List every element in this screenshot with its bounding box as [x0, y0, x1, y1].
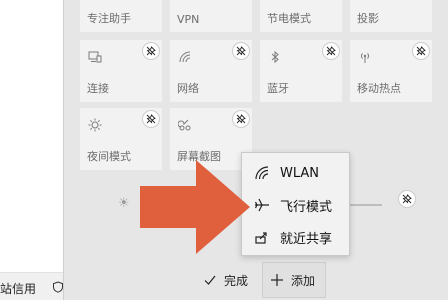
- tile-project[interactable]: 投影: [350, 0, 432, 32]
- unpin-button[interactable]: [398, 190, 416, 208]
- connect-icon: [88, 51, 102, 63]
- tile-focus-assist[interactable]: 专注助手: [80, 0, 162, 32]
- unpin-button[interactable]: [322, 42, 340, 60]
- menu-item-label: 飞行模式: [280, 199, 333, 215]
- tile-label: 夜间模式: [87, 150, 131, 163]
- background-status-text: 站信用: [0, 282, 37, 296]
- tile-label: 节电模式: [267, 12, 311, 25]
- hotspot-icon: [360, 53, 370, 63]
- brightness-slider-track[interactable]: [350, 204, 382, 206]
- tile-connect[interactable]: 连接: [80, 40, 162, 102]
- tile-label: VPN: [177, 13, 200, 26]
- tile-network[interactable]: 网络: [170, 40, 252, 102]
- menu-item-label: 就近共享: [280, 231, 333, 247]
- wlan-icon: [255, 166, 269, 180]
- unpin-icon: [146, 46, 156, 56]
- screen: 站信用 专注助手 VPN 节电模式 投影 连接 网络 蓝牙 移动热点 夜间模式 …: [0, 0, 448, 300]
- background-window: 站信用: [0, 0, 64, 300]
- unpin-button[interactable]: [142, 110, 160, 128]
- unpin-icon: [236, 114, 246, 124]
- add-button[interactable]: 添加: [262, 262, 326, 298]
- annotation-arrow: [140, 160, 250, 254]
- unpin-icon: [402, 194, 412, 204]
- done-button[interactable]: 完成: [196, 262, 260, 298]
- tile-label: 专注助手: [87, 12, 131, 25]
- tile-bluetooth[interactable]: 蓝牙: [260, 40, 342, 102]
- plus-icon: [271, 274, 283, 286]
- menu-item-label: WLAN: [280, 165, 320, 181]
- tile-battery-saver[interactable]: 节电模式: [260, 0, 342, 32]
- nearby-share-icon: [255, 232, 267, 244]
- unpin-icon: [416, 46, 426, 56]
- tile-label: 连接: [87, 82, 109, 95]
- menu-item-wlan[interactable]: WLAN: [242, 157, 349, 189]
- bluetooth-icon: [271, 50, 279, 64]
- tile-mobile-hotspot[interactable]: 移动热点: [350, 40, 432, 102]
- tile-label: 蓝牙: [267, 82, 289, 95]
- add-tile-menu: WLAN 飞行模式 就近共享: [241, 152, 350, 256]
- unpin-icon: [236, 46, 246, 56]
- done-button-label: 完成: [224, 273, 249, 288]
- snip-icon: [178, 119, 191, 131]
- unpin-button[interactable]: [232, 110, 250, 128]
- unpin-button[interactable]: [412, 42, 430, 60]
- network-icon: [179, 51, 191, 63]
- unpin-icon: [326, 46, 336, 56]
- menu-item-nearby-share[interactable]: 就近共享: [242, 221, 349, 253]
- brightness-icon: ☀: [118, 196, 130, 211]
- add-button-label: 添加: [291, 273, 316, 288]
- unpin-button[interactable]: [142, 42, 160, 60]
- night-light-icon: [88, 118, 102, 132]
- unpin-icon: [146, 114, 156, 124]
- unpin-button[interactable]: [232, 42, 250, 60]
- tile-label: 投影: [357, 12, 379, 25]
- menu-item-airplane-mode[interactable]: 飞行模式: [242, 189, 349, 221]
- tile-label: 移动热点: [357, 82, 401, 95]
- tile-label: 网络: [177, 82, 199, 95]
- checkmark-icon: [204, 275, 216, 285]
- tile-vpn[interactable]: VPN: [170, 0, 252, 32]
- airplane-icon: [254, 198, 269, 212]
